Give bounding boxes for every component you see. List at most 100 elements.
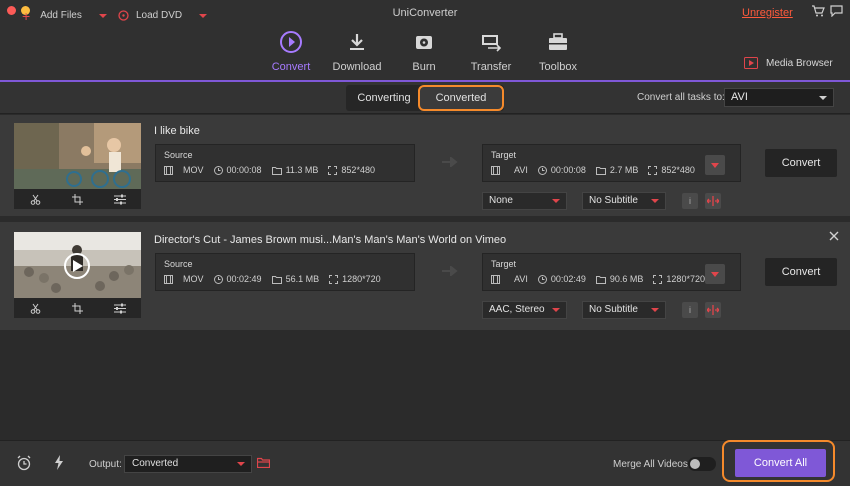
edit-toolbar — [14, 298, 141, 318]
source-format: MOV — [183, 274, 204, 284]
load-dvd-label: Load DVD — [136, 10, 183, 21]
media-browser-icon — [744, 57, 758, 69]
load-dvd-button[interactable]: Load DVD — [118, 10, 208, 21]
target-label: Target — [491, 150, 517, 160]
source-size: 11.3 MB — [285, 165, 319, 175]
trim-icon[interactable] — [30, 303, 41, 314]
audio-select[interactable]: None — [482, 192, 567, 210]
resolution-icon — [329, 274, 339, 284]
folder-icon — [271, 166, 282, 175]
target-info[interactable]: Target AVI 00:02:49 90.6 MB 1280*720 — [482, 253, 741, 291]
subtitle-value: No Subtitle — [589, 195, 638, 206]
target-label: Target — [491, 259, 517, 269]
source-duration: 00:02:49 — [226, 274, 262, 284]
chevron-down-icon — [651, 308, 659, 312]
arrow-right-icon — [442, 157, 458, 167]
chevron-down-icon[interactable] — [199, 13, 208, 18]
add-files-label: Add Files — [40, 10, 82, 21]
nav-download[interactable]: Download — [327, 30, 387, 73]
output-select[interactable]: Converted — [124, 455, 252, 473]
convert-button[interactable]: Convert — [765, 149, 837, 177]
target-duration: 00:00:08 — [550, 165, 586, 175]
chevron-down-icon — [819, 96, 827, 100]
resolution-icon — [328, 165, 338, 175]
close-icon[interactable] — [829, 231, 839, 241]
task-tabs: Converting Converted — [346, 85, 504, 111]
source-info: Source MOV 00:00:08 11.3 MB 852*480 — [155, 144, 415, 182]
target-format-select[interactable]: AVI — [724, 88, 834, 107]
nav-convert-label: Convert — [271, 61, 311, 73]
nav-toolbox[interactable]: Toolbox — [528, 30, 588, 73]
source-info: Source MOV 00:02:49 56.1 MB 1280*720 — [155, 253, 415, 291]
folder-icon — [595, 166, 606, 175]
media-browser-label: Media Browser — [766, 57, 833, 69]
target-duration: 00:02:49 — [550, 274, 586, 284]
trim-icon[interactable] — [30, 194, 41, 205]
subtitle-select[interactable]: No Subtitle — [582, 192, 666, 210]
video-thumbnail[interactable] — [14, 232, 141, 298]
split-icon[interactable] — [705, 193, 721, 209]
nav-burn[interactable]: Burn — [394, 30, 454, 73]
task-title: I like bike — [154, 125, 200, 137]
tab-converted[interactable]: Converted — [418, 85, 504, 111]
plus-icon: + — [22, 7, 31, 24]
nav-convert[interactable]: Convert — [261, 30, 321, 73]
split-icon[interactable] — [705, 302, 721, 318]
crop-icon[interactable] — [71, 193, 83, 205]
media-browser-button[interactable]: Media Browser — [744, 57, 833, 69]
clock-icon — [537, 274, 547, 284]
resolution-icon — [648, 165, 658, 175]
nav-transfer-label: Transfer — [470, 61, 512, 73]
target-format: AVI — [514, 274, 528, 284]
target-size: 2.7 MB — [609, 165, 639, 175]
audio-value: AAC, Stereo — [489, 304, 545, 315]
download-icon — [350, 34, 364, 50]
burn-icon — [416, 36, 432, 49]
tab-converting[interactable]: Converting — [346, 85, 422, 111]
merge-toggle[interactable] — [688, 457, 716, 471]
film-icon — [164, 274, 173, 284]
edit-toolbar — [14, 189, 141, 209]
folder-icon — [595, 275, 606, 284]
target-format-dropdown[interactable] — [705, 264, 725, 284]
film-icon — [491, 165, 500, 175]
chevron-down-icon[interactable] — [98, 13, 107, 18]
task-title: Director's Cut - James Brown musi...Man'… — [154, 234, 507, 246]
target-info[interactable]: Target AVI 00:00:08 2.7 MB 852*480 — [482, 144, 741, 182]
open-folder-icon[interactable] — [257, 457, 270, 468]
cart-icon[interactable] — [811, 5, 825, 17]
nav-download-label: Download — [332, 61, 382, 73]
audio-select[interactable]: AAC, Stereo — [482, 301, 567, 319]
crop-icon[interactable] — [71, 302, 83, 314]
target-resolution: 1280*720 — [666, 274, 705, 284]
lightning-icon[interactable] — [54, 455, 64, 470]
folder-icon — [271, 275, 282, 284]
info-icon[interactable]: i — [682, 302, 698, 318]
chevron-down-icon — [237, 462, 245, 466]
convert-button[interactable]: Convert — [765, 258, 837, 286]
clock-icon — [213, 165, 223, 175]
source-size: 56.1 MB — [285, 274, 320, 284]
alarm-clock-icon[interactable] — [16, 455, 32, 471]
add-files-button[interactable]: + Add Files — [22, 7, 107, 24]
source-label: Source — [164, 150, 193, 160]
effects-icon[interactable] — [113, 194, 126, 205]
source-resolution: 1280*720 — [342, 274, 381, 284]
audio-value: None — [489, 195, 513, 206]
subtitle-select[interactable]: No Subtitle — [582, 301, 666, 319]
target-format-value: AVI — [731, 91, 748, 103]
info-icon[interactable]: i — [682, 193, 698, 209]
video-thumbnail[interactable] — [14, 123, 141, 189]
convert-all-tasks-label: Convert all tasks to: — [637, 92, 725, 103]
film-icon — [164, 165, 173, 175]
source-format: MOV — [183, 165, 204, 175]
toolbox-icon — [549, 33, 567, 50]
convert-all-button[interactable]: Convert All — [735, 449, 826, 477]
unregister-link[interactable]: Unregister — [742, 7, 793, 19]
dvd-icon — [118, 10, 129, 21]
subtitle-value: No Subtitle — [589, 304, 638, 315]
message-icon[interactable] — [830, 5, 843, 17]
effects-icon[interactable] — [113, 303, 126, 314]
target-format-dropdown[interactable] — [705, 155, 725, 175]
nav-transfer[interactable]: Transfer — [461, 30, 521, 73]
